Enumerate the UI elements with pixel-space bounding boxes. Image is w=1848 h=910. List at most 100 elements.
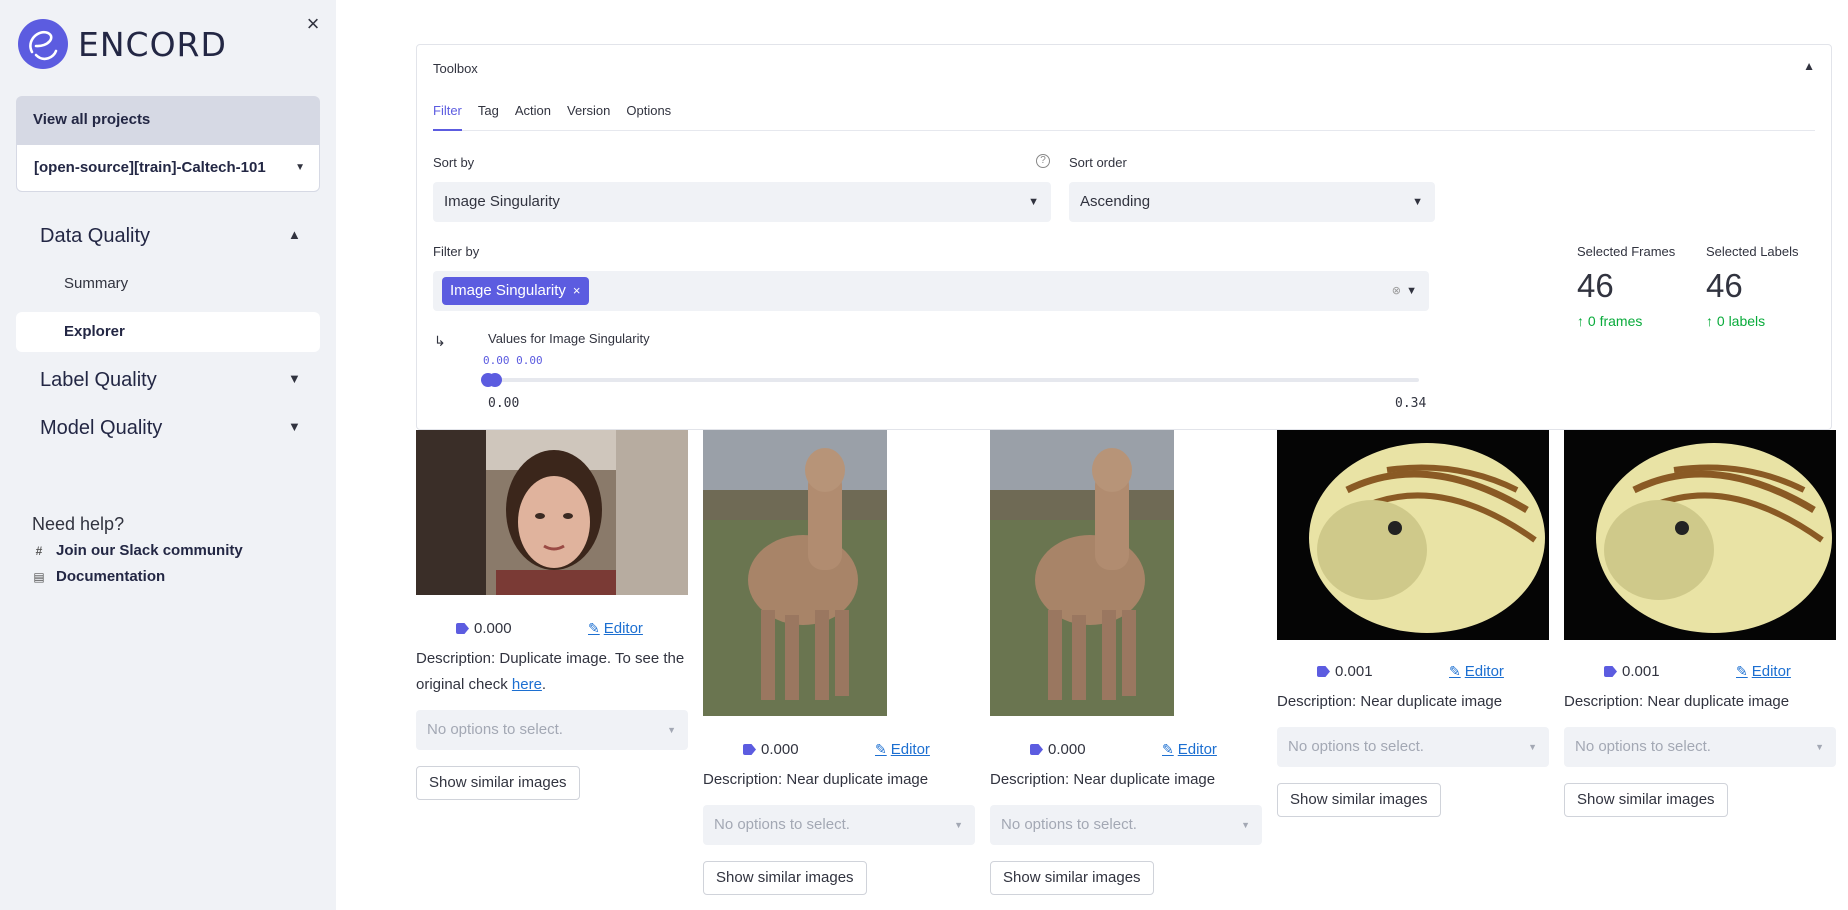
view-all-projects-button[interactable]: View all projects bbox=[16, 96, 320, 144]
tab-tag[interactable]: Tag bbox=[478, 103, 499, 131]
data-image bbox=[416, 430, 688, 595]
description-text: Description: Near duplicate image bbox=[703, 771, 929, 788]
chevron-down-icon: ▼ bbox=[1241, 820, 1250, 830]
slack-community-link[interactable]: # Join our Slack community bbox=[32, 542, 243, 559]
tag-icon bbox=[1317, 666, 1330, 677]
chevron-up-icon[interactable]: ▲ bbox=[1803, 59, 1815, 73]
chevron-up-icon: ▲ bbox=[288, 227, 301, 242]
tab-options[interactable]: Options bbox=[626, 103, 671, 131]
score-value: 0.001 bbox=[1335, 663, 1373, 680]
pencil-icon: ✎ bbox=[1162, 741, 1174, 757]
chevron-down-icon: ▼ bbox=[1028, 196, 1039, 208]
toolbox-tabs: Filter Tag Action Version Options bbox=[433, 103, 1815, 131]
tag-options-select[interactable]: No options to select. ▼ bbox=[1277, 727, 1549, 767]
options-placeholder: No options to select. bbox=[1001, 816, 1137, 833]
logo-text: ENCORD bbox=[78, 24, 227, 64]
tag-options-select[interactable]: No options to select. ▼ bbox=[703, 805, 975, 845]
tab-filter[interactable]: Filter bbox=[433, 103, 462, 131]
nav-item-explorer[interactable]: Explorer bbox=[16, 312, 320, 352]
description-text: Description: Duplicate image. To see the… bbox=[416, 650, 685, 693]
show-similar-images-button[interactable]: Show similar images bbox=[416, 766, 580, 800]
nav-section-label-quality[interactable]: Label Quality ▼ bbox=[40, 369, 301, 392]
description-text: Description: Near duplicate image bbox=[1277, 693, 1503, 710]
nav-section-model-quality[interactable]: Model Quality ▼ bbox=[40, 417, 301, 440]
chevron-down-icon: ▼ bbox=[288, 371, 301, 386]
tab-action[interactable]: Action bbox=[515, 103, 551, 131]
score: 0.000 bbox=[1030, 741, 1086, 758]
description-suffix: . bbox=[541, 676, 547, 693]
tag-icon bbox=[1604, 666, 1617, 677]
chevron-down-icon: ▼ bbox=[667, 725, 676, 735]
tab-version[interactable]: Version bbox=[567, 103, 610, 131]
chevron-down-icon: ▼ bbox=[1412, 196, 1423, 208]
description-text: Description: Near duplicate image bbox=[990, 771, 1216, 788]
selected-labels-label: Selected Labels bbox=[1706, 244, 1799, 259]
editor-link-label: Editor bbox=[890, 741, 930, 758]
description-text: Description: Near duplicate image bbox=[1564, 693, 1790, 710]
show-similar-images-button[interactable]: Show similar images bbox=[1277, 783, 1441, 817]
sub-filter-arrow-icon: ↳ bbox=[434, 333, 446, 349]
slider-max-handle[interactable] bbox=[488, 373, 502, 387]
original-link[interactable]: here bbox=[512, 676, 542, 693]
slack-link-label: Join our Slack community bbox=[56, 542, 243, 559]
chevron-down-icon: ▼ bbox=[1406, 285, 1417, 297]
help-icon[interactable]: ? bbox=[1036, 154, 1050, 168]
editor-link[interactable]: ✎ Editor bbox=[875, 741, 930, 758]
filter-by-multiselect[interactable]: Image Singularity × ⊗ ▼ bbox=[433, 271, 1429, 311]
pencil-icon: ✎ bbox=[1736, 663, 1748, 679]
editor-link[interactable]: ✎ Editor bbox=[1449, 663, 1504, 680]
remove-chip-icon[interactable]: × bbox=[573, 283, 581, 298]
selected-labels-delta: ↑ 0 labels bbox=[1706, 313, 1766, 329]
sort-by-label: Sort by bbox=[433, 155, 475, 170]
score-value: 0.000 bbox=[1048, 741, 1086, 758]
description: Description: Duplicate image. To see the… bbox=[416, 646, 688, 698]
pencil-icon: ✎ bbox=[875, 741, 887, 757]
slider-max-label: 0.34 bbox=[1395, 396, 1427, 411]
documentation-link[interactable]: ▤ Documentation bbox=[32, 568, 165, 585]
labels-delta-text: 0 labels bbox=[1716, 313, 1766, 329]
selected-frames-delta: ↑ 0 frames bbox=[1577, 313, 1643, 329]
clear-icon[interactable]: ⊗ bbox=[1392, 271, 1401, 311]
chevron-down-icon: ▼ bbox=[1815, 742, 1824, 752]
frames-delta-text: 0 frames bbox=[1587, 313, 1643, 329]
score: 0.001 bbox=[1604, 663, 1660, 680]
tag-options-select[interactable]: No options to select. ▼ bbox=[990, 805, 1262, 845]
sort-order-select[interactable]: Ascending ▼ bbox=[1069, 182, 1435, 222]
filter-chip[interactable]: Image Singularity × bbox=[442, 277, 589, 305]
nav-item-summary[interactable]: Summary bbox=[16, 264, 320, 304]
options-placeholder: No options to select. bbox=[714, 816, 850, 833]
options-placeholder: No options to select. bbox=[1288, 738, 1424, 755]
chevron-down-icon: ▼ bbox=[1528, 742, 1537, 752]
score-value: 0.000 bbox=[474, 620, 512, 637]
show-similar-images-button[interactable]: Show similar images bbox=[703, 861, 867, 895]
project-select[interactable]: [open-source][train]-Caltech-101 ▼ bbox=[16, 144, 320, 192]
range-slider[interactable] bbox=[481, 373, 1419, 387]
tag-options-select[interactable]: No options to select. ▼ bbox=[416, 710, 688, 750]
nav-section-data-quality[interactable]: Data Quality ▲ bbox=[40, 225, 301, 248]
sort-by-select[interactable]: Image Singularity ▼ bbox=[433, 182, 1051, 222]
slack-icon: # bbox=[35, 543, 43, 558]
card-meta-row: 0.000 ✎ Editor bbox=[703, 741, 975, 761]
selected-frames-value: 46 bbox=[1577, 267, 1614, 304]
editor-link[interactable]: ✎ Editor bbox=[1162, 741, 1217, 758]
selected-frames-label: Selected Frames bbox=[1577, 244, 1676, 259]
data-image bbox=[1277, 430, 1549, 640]
help-title: Need help? bbox=[32, 514, 125, 534]
close-sidebar-icon[interactable]: × bbox=[303, 13, 323, 35]
card-meta-row: 0.000 ✎ Editor bbox=[416, 620, 688, 640]
tag-icon bbox=[456, 623, 469, 634]
editor-link[interactable]: ✎ Editor bbox=[588, 620, 643, 637]
chevron-down-icon: ▼ bbox=[295, 162, 305, 173]
tag-options-select[interactable]: No options to select. ▼ bbox=[1564, 727, 1836, 767]
show-similar-images-button[interactable]: Show similar images bbox=[1564, 783, 1728, 817]
editor-link[interactable]: ✎ Editor bbox=[1736, 663, 1791, 680]
nav-section-label: Label Quality bbox=[40, 369, 157, 391]
values-label: Values for Image Singularity bbox=[488, 331, 650, 346]
tag-icon bbox=[1030, 744, 1043, 755]
description: Description: Near duplicate image bbox=[703, 767, 975, 793]
nav-section-label: Data Quality bbox=[40, 225, 151, 247]
card-meta-row: 0.001 ✎ Editor bbox=[1277, 663, 1549, 683]
toolbox-title: Toolbox bbox=[433, 61, 478, 76]
sort-order-value: Ascending bbox=[1080, 193, 1151, 210]
show-similar-images-button[interactable]: Show similar images bbox=[990, 861, 1154, 895]
